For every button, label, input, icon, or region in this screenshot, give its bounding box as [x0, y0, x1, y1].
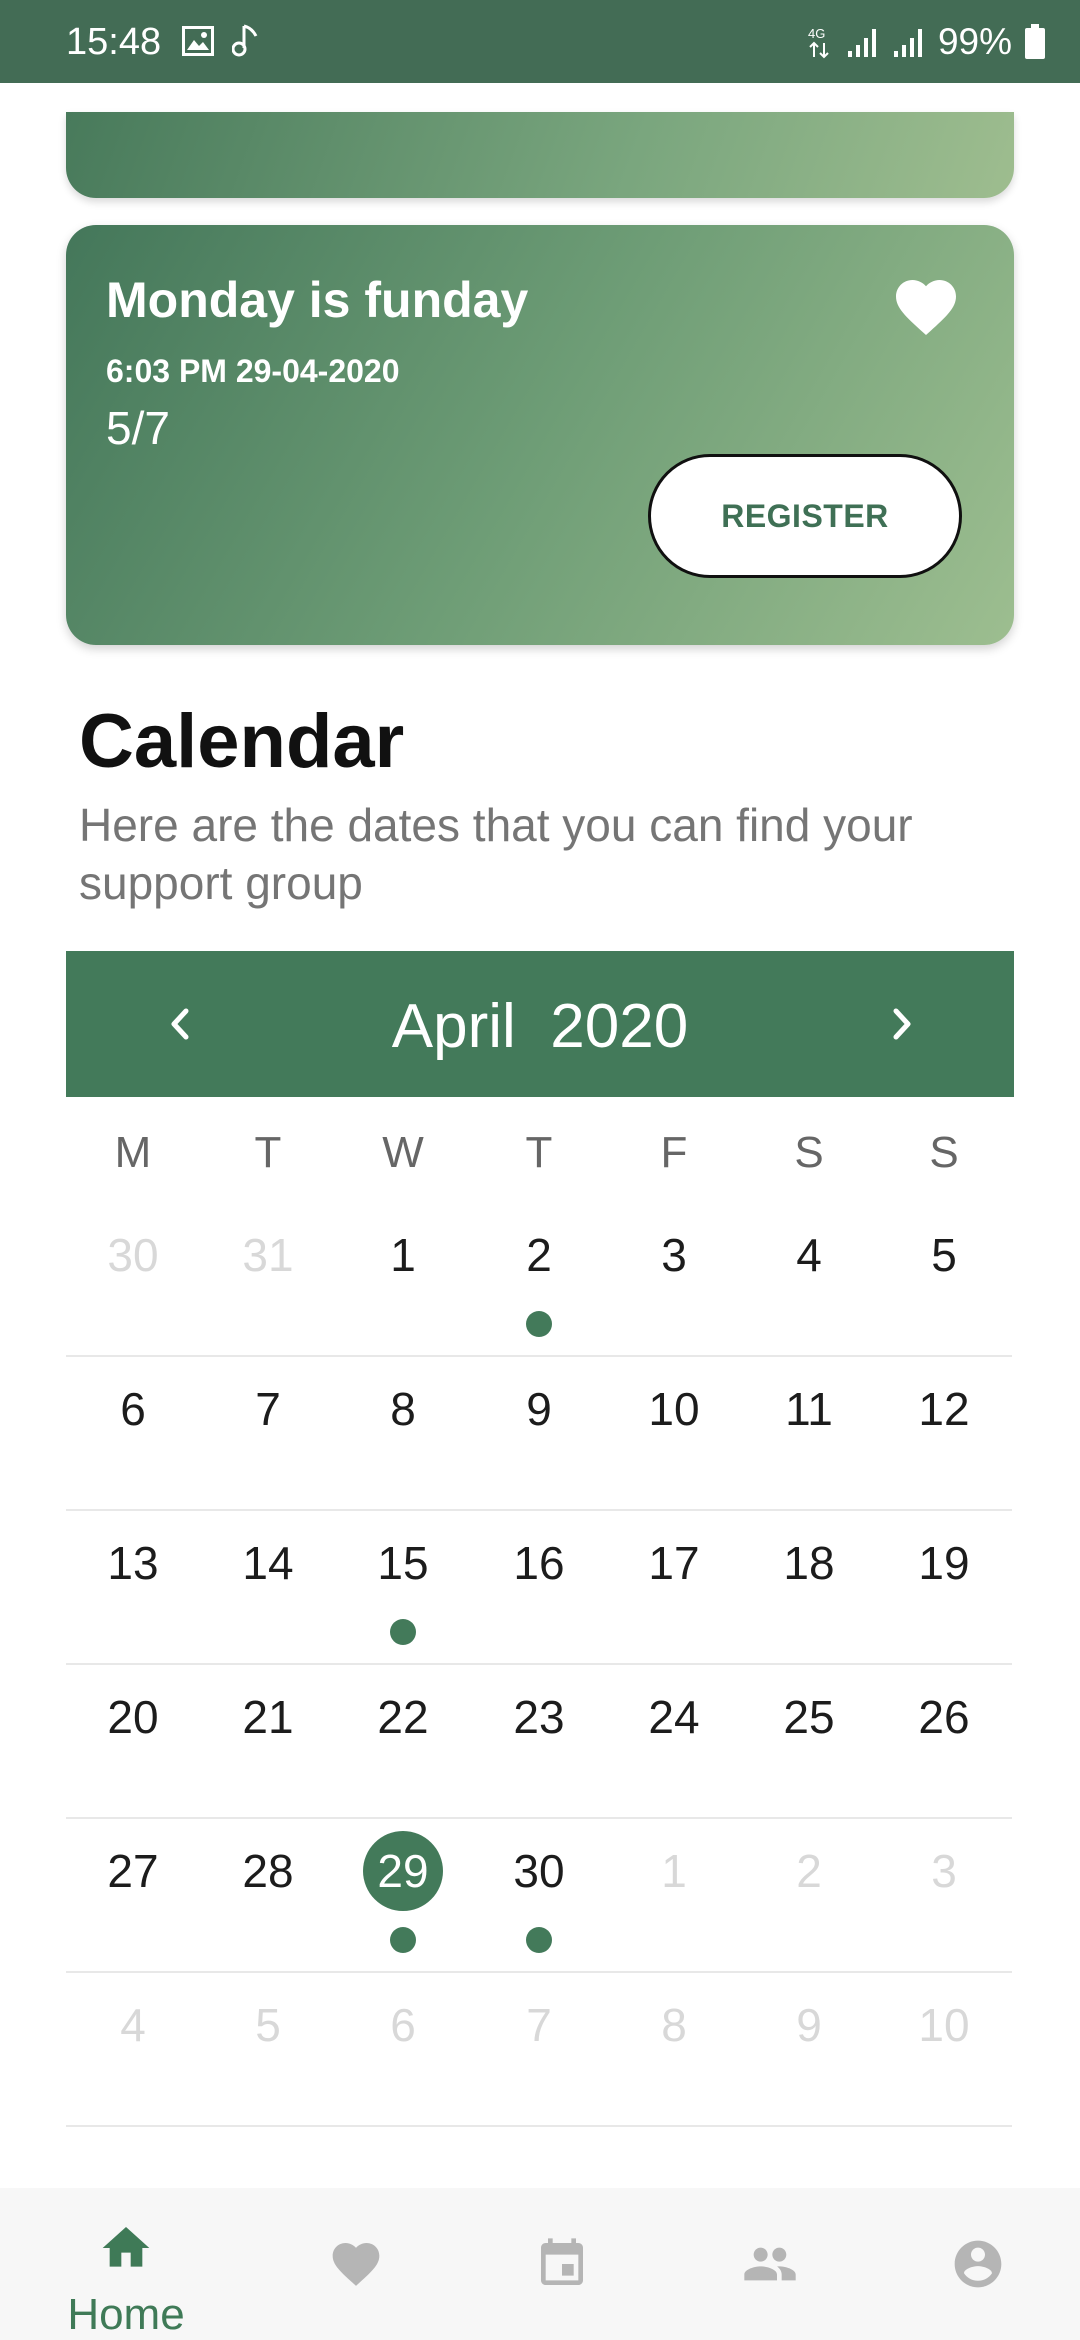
- calendar-day[interactable]: 5: [876, 1215, 1012, 1295]
- calendar-day[interactable]: 14: [200, 1523, 336, 1603]
- calendar-day[interactable]: 1: [606, 1831, 742, 1911]
- event-dot: [526, 1927, 552, 1953]
- month-label: April 2020: [66, 991, 1014, 1062]
- nav-home[interactable]: Home: [18, 2188, 234, 2340]
- calendar-day[interactable]: 9: [471, 1369, 607, 1449]
- weekday-label: S: [794, 1128, 824, 1177]
- calendar-day[interactable]: 1: [335, 1215, 471, 1295]
- status-indicators: 4G 99%: [806, 18, 1046, 66]
- network-4g-icon: 4G: [808, 26, 829, 59]
- nav-calendar[interactable]: [454, 2188, 670, 2340]
- calendar-day[interactable]: 18: [741, 1523, 877, 1603]
- calendar-day[interactable]: 22: [335, 1677, 471, 1757]
- status-bar: 15:48 4G 99%: [0, 0, 1080, 83]
- calendar-day[interactable]: 6: [65, 1369, 201, 1449]
- weekday-label: T: [254, 1128, 282, 1177]
- calendar-day[interactable]: 11: [741, 1369, 877, 1449]
- calendar-day[interactable]: 2: [741, 1831, 877, 1911]
- calendar-day[interactable]: 20: [65, 1677, 201, 1757]
- music-notification-icon: [232, 24, 258, 57]
- event-dot: [390, 1927, 416, 1953]
- calendar-day[interactable]: 4: [65, 1985, 201, 2065]
- battery-icon: [1025, 24, 1045, 59]
- calendar-day[interactable]: 26: [876, 1677, 1012, 1757]
- calendar-icon: [541, 2238, 583, 2285]
- calendar-month-header: April 2020: [66, 951, 1014, 1097]
- calendar-day[interactable]: 30: [471, 1831, 607, 1911]
- weekday-label: W: [382, 1128, 424, 1177]
- chevron-right-icon[interactable]: [880, 999, 924, 1049]
- nav-account[interactable]: [870, 2188, 1080, 2340]
- heart-icon: [332, 2243, 380, 2286]
- status-time: 15:48: [66, 21, 162, 63]
- row-divider: [66, 1663, 1012, 1665]
- nav-home-label: Home: [67, 2290, 185, 2339]
- battery-percent: 99%: [937, 21, 1012, 62]
- group-icon: [744, 2247, 796, 2281]
- calendar-day[interactable]: 19: [876, 1523, 1012, 1603]
- calendar-day[interactable]: 25: [741, 1677, 877, 1757]
- heart-icon[interactable]: [890, 271, 962, 337]
- home-icon: [102, 2227, 150, 2267]
- account-icon: [954, 2240, 1002, 2288]
- event-dot: [526, 1311, 552, 1337]
- calendar-day[interactable]: 27: [65, 1831, 201, 1911]
- event-card[interactable]: Monday is funday 6:03 PM 29-04-2020 5/7 …: [66, 225, 1014, 645]
- calendar-day[interactable]: 9: [741, 1985, 877, 2065]
- calendar-day[interactable]: 10: [606, 1369, 742, 1449]
- event-dot: [390, 1619, 416, 1645]
- calendar-title: Calendar: [79, 699, 405, 784]
- calendar-day[interactable]: 3: [876, 1831, 1012, 1911]
- year-label: 2020: [550, 992, 689, 1061]
- image-notification-icon: [182, 26, 214, 56]
- calendar-day[interactable]: 30: [65, 1215, 201, 1295]
- calendar-day[interactable]: 23: [471, 1677, 607, 1757]
- calendar-day[interactable]: 10: [876, 1985, 1012, 2065]
- signal-icon: [847, 29, 876, 57]
- weekday-label: S: [929, 1128, 959, 1177]
- row-divider: [66, 2125, 1012, 2127]
- calendar-subtitle: Here are the dates that you can find you…: [79, 799, 913, 909]
- row-divider: [66, 1817, 1012, 1819]
- calendar-day[interactable]: 7: [200, 1369, 336, 1449]
- calendar-day[interactable]: 7: [471, 1985, 607, 2065]
- calendar-day[interactable]: 3: [606, 1215, 742, 1295]
- weekday-label: M: [114, 1128, 152, 1177]
- calendar-day[interactable]: 15: [335, 1523, 471, 1603]
- event-title: Monday is funday: [106, 272, 529, 328]
- month-name: April: [391, 992, 516, 1061]
- calendar-day[interactable]: 4: [741, 1215, 877, 1295]
- calendar-day-selected[interactable]: 29: [335, 1831, 471, 1911]
- calendar-day[interactable]: 24: [606, 1677, 742, 1757]
- calendar-day[interactable]: 21: [200, 1677, 336, 1757]
- calendar-day[interactable]: 17: [606, 1523, 742, 1603]
- selected-day-number: 29: [363, 1831, 443, 1911]
- calendar-day[interactable]: 16: [471, 1523, 607, 1603]
- event-datetime: 6:03 PM 29-04-2020: [106, 353, 400, 389]
- nav-favorites[interactable]: [248, 2188, 464, 2340]
- row-divider: [66, 1971, 1012, 1973]
- row-divider: [66, 1355, 1012, 1357]
- signal-icon: [893, 29, 922, 57]
- network-label: 4G: [808, 26, 825, 41]
- calendar-day[interactable]: 8: [606, 1985, 742, 2065]
- calendar-day[interactable]: 6: [335, 1985, 471, 2065]
- calendar-day[interactable]: 31: [200, 1215, 336, 1295]
- event-attendee-count: 5/7: [106, 402, 170, 454]
- row-divider: [66, 1509, 1012, 1511]
- bottom-navigation: Home: [0, 2188, 1080, 2340]
- calendar-day[interactable]: 8: [335, 1369, 471, 1449]
- register-button[interactable]: REGISTER: [648, 454, 962, 578]
- weekday-label: F: [660, 1128, 688, 1177]
- calendar-day[interactable]: 5: [200, 1985, 336, 2065]
- calendar-day[interactable]: 28: [200, 1831, 336, 1911]
- calendar-day[interactable]: 2: [471, 1215, 607, 1295]
- calendar-day[interactable]: 12: [876, 1369, 1012, 1449]
- weekday-label: T: [525, 1128, 553, 1177]
- previous-event-card[interactable]: [66, 112, 1014, 198]
- nav-groups[interactable]: [662, 2188, 878, 2340]
- calendar-day[interactable]: 13: [65, 1523, 201, 1603]
